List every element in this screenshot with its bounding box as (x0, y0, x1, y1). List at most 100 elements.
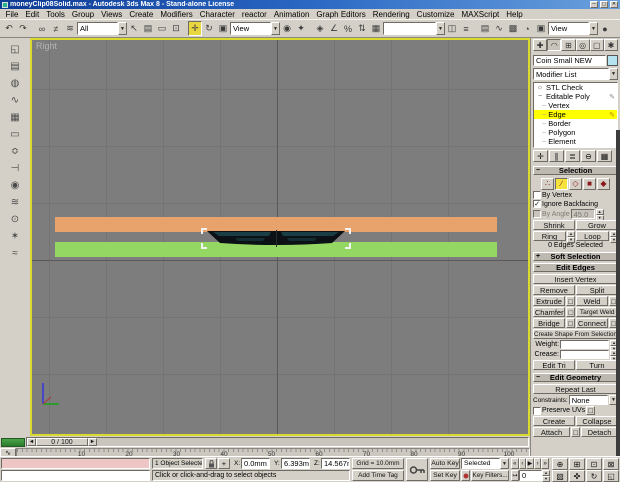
subobject-polygon-button[interactable]: ■ (583, 177, 596, 190)
rollout-edit-geometry-header[interactable]: − Edit Geometry (533, 373, 618, 382)
layer-manager-icon[interactable]: ▤ (478, 21, 492, 36)
select-and-manipulate-icon[interactable]: ✦ (294, 21, 308, 36)
current-frame-field[interactable]: 0 (519, 470, 542, 481)
menu-create[interactable]: Create (126, 10, 157, 19)
ring-button[interactable]: Ring (533, 231, 566, 241)
tab-utilities-icon[interactable]: ✱ (603, 39, 619, 51)
time-slider-handle[interactable]: 0 / 100 (36, 438, 88, 446)
maxscript-mini-listener-icon[interactable] (1, 437, 25, 447)
zoom-extents-all-icon[interactable]: ⊠ (603, 458, 619, 470)
next-frame-icon[interactable]: › (533, 458, 542, 469)
collapse-tree-icon[interactable]: − (536, 93, 544, 100)
redo-icon[interactable]: ↷ (16, 21, 30, 36)
object-color-swatch[interactable] (607, 54, 618, 66)
curve-editor-icon[interactable]: ∿ (492, 21, 506, 36)
weight-field[interactable] (560, 340, 609, 349)
modifier-list-dropdown[interactable]: Modifier List (533, 68, 609, 80)
set-key-button[interactable]: Set Key (430, 470, 460, 481)
chevron-down-icon[interactable]: ▼ (500, 458, 509, 469)
object-name-field[interactable]: Coin Small NEW (533, 54, 606, 66)
menu-animation[interactable]: Animation (270, 10, 313, 19)
rope-collection-icon[interactable]: ∿ (7, 92, 24, 108)
insert-vertex-button[interactable]: Insert Vertex (533, 274, 618, 284)
menu-group[interactable]: Group (68, 10, 97, 19)
configure-modifier-sets-icon[interactable]: ▦ (597, 150, 612, 162)
dashpot-icon[interactable]: ⊣ (7, 160, 24, 176)
fracture-icon[interactable]: ✶ (7, 228, 24, 244)
reference-coordinate-dropdown[interactable]: View ▼ (230, 22, 280, 35)
cloth-collection-icon[interactable]: ▤ (7, 58, 24, 74)
shrink-button[interactable]: Shrink (533, 220, 575, 230)
spring-icon[interactable]: ≎ (7, 143, 24, 159)
stack-subobject-element[interactable]: ─ Element (534, 137, 617, 146)
rollout-soft-selection-header[interactable]: + Soft Selection (533, 252, 618, 261)
subobject-element-button[interactable]: ◆ (597, 177, 610, 190)
auto-key-button[interactable]: Auto Key (430, 458, 460, 469)
chevron-down-icon[interactable]: ▼ (436, 22, 445, 35)
collapse-button[interactable]: Collapse (576, 416, 618, 426)
menu-maxscript[interactable]: MAXScript (458, 10, 503, 19)
tab-create-icon[interactable]: ✚ (533, 39, 548, 51)
stack-item-stl-check[interactable]: ☼ STL Check (534, 83, 617, 92)
extrude-settings-icon[interactable]: □ (566, 296, 575, 306)
zoom-icon[interactable]: ⊕ (552, 458, 568, 470)
align-icon[interactable]: ≡ (459, 21, 473, 36)
by-angle-checkbox[interactable]: ✓ (533, 210, 541, 218)
bind-to-space-warp-icon[interactable]: ≋ (63, 21, 77, 36)
bridge-button[interactable]: Bridge (533, 318, 565, 328)
menu-tools[interactable]: Tools (43, 10, 69, 19)
stack-item-editable-poly[interactable]: − Editable Poly ✎ (534, 92, 617, 101)
lightbulb-icon[interactable]: ☼ (536, 84, 544, 91)
subobject-vertex-button[interactable]: ∴ (541, 177, 554, 190)
chamfer-button[interactable]: Chamfer (533, 307, 566, 317)
rollout-edit-edges-header[interactable]: − Edit Edges (533, 263, 618, 272)
menu-character[interactable]: Character (196, 10, 238, 19)
create-button[interactable]: Create (533, 416, 575, 426)
x-coord-field[interactable]: 0.0mm (241, 458, 270, 469)
tab-hierarchy-icon[interactable]: ⊞ (561, 39, 576, 51)
zoom-all-icon[interactable]: ⊞ (569, 458, 585, 470)
tab-display-icon[interactable]: ▢ (589, 39, 604, 51)
menu-views[interactable]: Views (98, 10, 126, 19)
select-by-name-icon[interactable]: ▤ (141, 21, 155, 36)
z-coord-field[interactable]: 14.567mm (321, 458, 350, 469)
key-point-icon[interactable] (461, 470, 470, 481)
key-mode-toggle-icon[interactable]: ↦ (511, 470, 519, 481)
crease-field[interactable] (560, 350, 609, 359)
show-end-result-icon[interactable]: ∥ (549, 150, 564, 162)
motor-icon[interactable]: ◉ (7, 177, 24, 193)
turn-button[interactable]: Turn (576, 360, 618, 370)
stack-subobject-border[interactable]: ─ Border (534, 119, 617, 128)
chevron-down-icon[interactable]: ▼ (271, 22, 280, 35)
menu-graph-editors[interactable]: Graph Editors (313, 10, 369, 19)
connect-button[interactable]: Connect (576, 318, 608, 328)
go-to-start-icon[interactable]: « (511, 458, 519, 469)
grow-button[interactable]: Grow (576, 220, 618, 230)
soft-body-collection-icon[interactable]: ◍ (7, 75, 24, 91)
close-button[interactable]: ✕ (610, 1, 618, 8)
chevron-down-icon[interactable]: ▼ (609, 68, 618, 80)
water-icon[interactable]: ≈ (7, 245, 24, 261)
set-key-toggle-icon[interactable] (406, 458, 428, 481)
ring-spinner[interactable]: ▴ ▾ (567, 231, 575, 243)
selection-lock-icon[interactable] (205, 458, 217, 469)
menu-edit[interactable]: Edit (22, 10, 43, 19)
key-mode-dropdown[interactable]: Selected ▼ (461, 458, 509, 469)
named-selection-dropdown[interactable]: ▼ (383, 22, 445, 35)
menu-file[interactable]: File (2, 10, 22, 19)
target-weld-button[interactable]: Target Weld (576, 307, 618, 317)
repeat-last-button[interactable]: Repeat Last (533, 384, 618, 394)
deforming-mesh-icon[interactable]: ▦ (7, 109, 24, 125)
key-filters-button[interactable]: Key Filters... (471, 470, 509, 481)
previous-frame-icon[interactable]: ‹ (518, 458, 527, 469)
tab-modify-icon[interactable]: ◠ (547, 39, 562, 51)
by-angle-spinner[interactable]: ▴ ▾ (595, 209, 604, 221)
remove-button[interactable]: Remove (533, 285, 575, 295)
command-panel-scrollbar[interactable] (616, 130, 620, 482)
money-clip-object[interactable] (201, 228, 351, 249)
y-coord-field[interactable]: 6.393mm (281, 458, 310, 469)
split-button[interactable]: Split (576, 285, 618, 295)
schematic-view-icon[interactable]: ▩ (506, 21, 520, 36)
menu-customize[interactable]: Customize (413, 10, 458, 19)
chamfer-settings-icon[interactable]: □ (566, 307, 576, 317)
